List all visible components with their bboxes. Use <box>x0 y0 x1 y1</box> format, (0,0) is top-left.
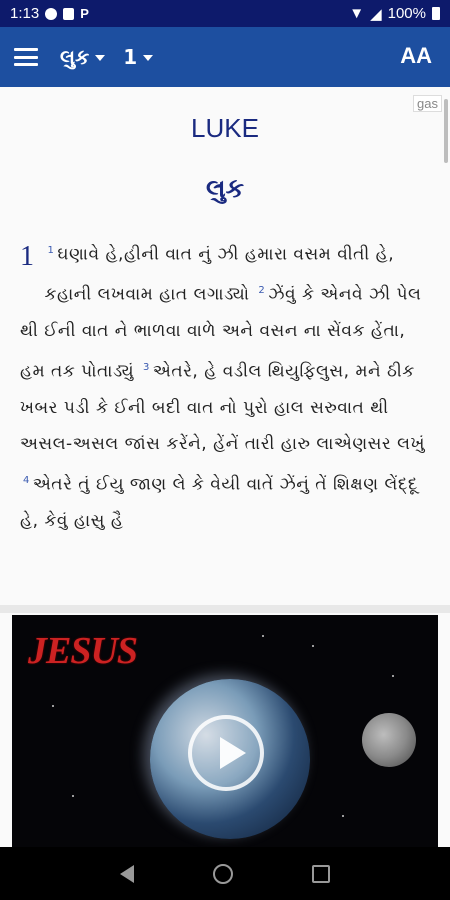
status-right: ▼ ◢ 100% <box>349 5 440 23</box>
star <box>342 815 344 817</box>
video-thumbnail[interactable]: JESUS <box>12 615 438 847</box>
verse-text[interactable]: એતરે તું ઈયુ જાણ લે કે વેયી વાતેં ઝેંનું… <box>20 475 418 532</box>
moon-image <box>362 713 416 767</box>
verse-number[interactable]: 4 <box>23 475 30 486</box>
book-selector[interactable]: લુક <box>60 45 106 69</box>
book-name: લુક <box>60 45 90 69</box>
news-icon <box>63 7 75 20</box>
chapter-number: 1 <box>123 45 138 69</box>
home-icon[interactable] <box>212 863 233 884</box>
book-title-en: LUKE <box>191 113 259 143</box>
star <box>392 675 394 677</box>
wifi-icon: ▼ <box>349 5 365 22</box>
chevron-down-icon <box>95 55 106 61</box>
play-icon[interactable] <box>188 715 264 791</box>
chevron-down-icon <box>143 55 154 61</box>
video-title: JESUS <box>28 630 138 672</box>
text-size-button[interactable]: AA <box>400 43 432 69</box>
recent-apps-icon[interactable] <box>312 864 331 883</box>
signal-icon: ◢ <box>370 5 382 23</box>
book-title-local: લુક <box>205 173 244 203</box>
app-bar: લુક 1 AA <box>0 27 450 87</box>
battery-level: 100% <box>387 5 426 22</box>
status-time: 1:13 <box>10 5 40 22</box>
notification-icon <box>45 7 58 20</box>
language-tag: gas <box>413 95 442 112</box>
star <box>52 705 54 707</box>
text-size-icon: AA <box>400 43 432 68</box>
chapter-number-label: 1 <box>20 241 35 272</box>
system-nav-bar <box>0 847 450 900</box>
chapter-text: 1 1 ઘણાવે હે,હીની વાત નું ઝી હમારા વસમ વી… <box>20 233 430 540</box>
star <box>262 635 264 637</box>
verse-number[interactable]: 1 <box>48 245 55 256</box>
battery-icon <box>432 7 440 20</box>
verse-number[interactable]: 3 <box>143 362 150 373</box>
app-p-icon: P <box>80 6 89 21</box>
hamburger-menu-icon[interactable] <box>14 48 38 66</box>
star <box>312 645 314 647</box>
reading-pane[interactable]: gas LUKE લુક 1 1 ઘણાવે હે,હીની વાત નું ઝી… <box>0 87 450 847</box>
star <box>72 795 74 797</box>
chapter-selector[interactable]: 1 <box>123 45 154 69</box>
verse-number[interactable]: 2 <box>258 285 265 296</box>
section-divider <box>0 605 450 613</box>
status-left: 1:13 P <box>10 5 89 22</box>
back-icon[interactable] <box>119 864 134 883</box>
status-bar: 1:13 P ▼ ◢ 100% <box>0 0 450 27</box>
